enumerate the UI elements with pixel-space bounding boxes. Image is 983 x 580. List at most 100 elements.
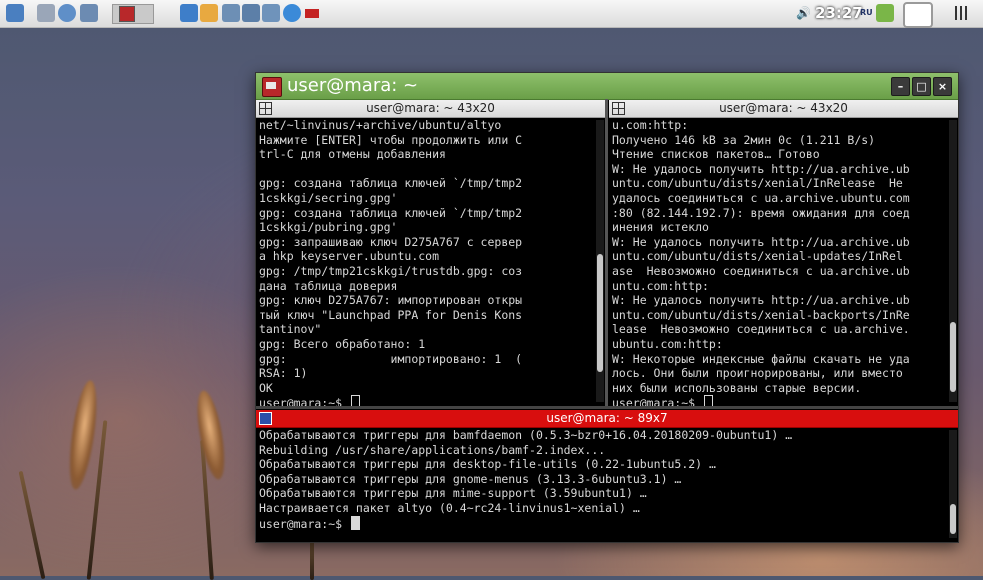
prompt-text: user@mara:~$ xyxy=(612,396,703,406)
terminal-line: RSA: 1) xyxy=(259,366,308,381)
terminal-pane-right[interactable]: user@mara: ~ 43x20 u.com:http: Получено 1… xyxy=(609,100,958,406)
prompt-text: user@mara:~$ xyxy=(259,396,350,406)
scrollbar-thumb[interactable] xyxy=(950,322,956,392)
terminal-line: ase Невозможно соединиться с ua.archive.… xyxy=(612,263,910,278)
scrollbar-thumb[interactable] xyxy=(950,504,956,534)
prompt-text: user@mara:~$ xyxy=(259,516,350,531)
updates-icon[interactable] xyxy=(876,4,894,22)
terminal-output-left[interactable]: net/~linvinus/+archive/ubuntu/altyo Нажми… xyxy=(259,118,593,406)
terminal-line: тый ключ "Launchpad PPA for Denis Kons xyxy=(259,307,523,322)
terminal-line: trl-C для отмены добавления xyxy=(259,147,446,162)
text-cursor xyxy=(351,515,361,530)
terminal-line: Получено 146 kB за 2мин 0с (1.211 B/s) xyxy=(612,132,876,147)
terminal-line: Обрабатываются триггеры для bamfdaemon (… xyxy=(259,428,793,442)
terminal-line: untu.com/ubuntu/dists/xenial/InRelease Н… xyxy=(612,176,903,191)
window-titlebar[interactable]: user@mara: ~ – □ × xyxy=(256,73,958,100)
terminal-line: gpg: импортировано: 1 ( xyxy=(259,351,523,366)
top-panel: 🔊 23:27 RU xyxy=(0,0,983,28)
terminal-window[interactable]: user@mara: ~ – □ × user@mara: ~ 43x20 ne… xyxy=(255,72,959,543)
terminal-line: untu.com/ubuntu/dists/xenial-backports/I… xyxy=(612,307,910,322)
terminal-pane-bottom[interactable]: user@mara: ~ 89x7 Обрабатываются триггер… xyxy=(256,410,958,542)
terminal-line: 1cskkgi/secring.gpg' xyxy=(259,190,398,205)
scrollbar-bottom[interactable] xyxy=(949,430,957,538)
spreadsheet-icon[interactable] xyxy=(262,4,280,22)
terminal-prompt-line[interactable]: user@mara:~$ xyxy=(259,395,593,406)
paint-icon[interactable] xyxy=(200,4,218,22)
split-grid-icon[interactable] xyxy=(259,412,272,425)
terminal-line: untu.com:http: xyxy=(612,278,709,293)
pane-divider-vertical[interactable] xyxy=(605,99,608,406)
taskbar-item-altyo[interactable] xyxy=(112,4,154,24)
split-grid-icon[interactable] xyxy=(612,102,625,115)
flag-icon[interactable] xyxy=(305,9,319,18)
terminal-line: 1cskkgi/pubring.gpg' xyxy=(259,220,398,235)
terminal-line: lease Невозможно соединиться с ua.archiv… xyxy=(612,322,910,337)
reed-head xyxy=(64,379,102,491)
maximize-button[interactable]: □ xyxy=(912,77,931,96)
pane-title-left: user@mara: ~ 43x20 xyxy=(366,101,495,115)
dash-icon[interactable] xyxy=(6,4,24,22)
pane-header-bottom[interactable]: user@mara: ~ 89x7 xyxy=(256,410,958,428)
terminal-line: gpg: /tmp/tmp21cskkgi/trustdb.gpg: соз xyxy=(259,263,523,278)
terminal-line: gpg: запрашиваю ключ D275A767 с сервер xyxy=(259,234,523,249)
volume-icon[interactable]: 🔊 xyxy=(796,6,812,20)
terminal-line: gpg: создана таблица ключей `/tmp/tmp2 xyxy=(259,205,523,220)
terminal-line: W: Не удалось получить http://ua.archive… xyxy=(612,293,910,308)
scrollbar-thumb[interactable] xyxy=(597,254,603,372)
clock[interactable]: 23:27 xyxy=(815,4,863,22)
pane-divider-horizontal[interactable] xyxy=(256,406,958,409)
terminal-line: а hkp keyserver.ubuntu.com xyxy=(259,249,440,264)
terminal-line: W: Некоторые индексные файлы скачать не … xyxy=(612,351,910,366)
reed-head xyxy=(192,388,230,482)
pane-header-left[interactable]: user@mara: ~ 43x20 xyxy=(256,100,605,118)
altyo-icon xyxy=(119,6,135,22)
terminal-app-icon xyxy=(262,77,282,97)
scrollbar-left[interactable] xyxy=(596,120,604,402)
text-icon[interactable] xyxy=(242,4,260,22)
pane-title-bottom: user@mara: ~ 89x7 xyxy=(546,411,668,425)
scrollbar-right[interactable] xyxy=(949,120,957,402)
split-grid-icon[interactable] xyxy=(259,102,272,115)
terminal-output-right[interactable]: u.com:http: Получено 146 kB за 2мин 0с (1… xyxy=(612,118,946,406)
terminal-prompt-line[interactable]: user@mara:~$ xyxy=(259,515,946,532)
terminal-line: W: Не удалось получить http://ua.archive… xyxy=(612,161,910,176)
terminal-line: лось. Они были проигнорированы, или вмес… xyxy=(612,366,903,381)
terminal-line: Настраивается пакет altyo (0.4~rc24-linv… xyxy=(259,500,640,515)
terminal-line: ubuntu.com:http: xyxy=(612,336,723,351)
close-button[interactable]: × xyxy=(933,77,952,96)
terminal-line: gpg: ключ D275A767: импортирован откры xyxy=(259,293,523,308)
terminal-line: OK xyxy=(259,380,273,395)
text-cursor xyxy=(351,395,361,406)
desktop-icon[interactable] xyxy=(80,4,98,22)
terminal-line: них были использованы старые версии. xyxy=(612,380,862,395)
terminal-line: tantinov" xyxy=(259,322,322,337)
dropbox-icon[interactable] xyxy=(903,2,933,28)
terminal-pane-left[interactable]: user@mara: ~ 43x20 net/~linvinus/+archiv… xyxy=(256,100,605,406)
terminal-prompt-line[interactable]: user@mara:~$ xyxy=(612,395,946,406)
terminal-line: W: Не удалось получить http://ua.archive… xyxy=(612,234,910,249)
pane-title-right: user@mara: ~ 43x20 xyxy=(719,101,848,115)
terminal-line: Обрабатываются триггеры для desktop-file… xyxy=(259,457,716,472)
terminal-line: Обрабатываются триггеры для gnome-menus … xyxy=(259,471,682,486)
reed-stem xyxy=(18,470,46,580)
pane-header-right[interactable]: user@mara: ~ 43x20 xyxy=(609,100,958,118)
document-icon[interactable] xyxy=(222,4,240,22)
home-folder-icon[interactable] xyxy=(37,4,55,22)
terminal-line: инения истекло xyxy=(612,220,709,235)
terminal-line: gpg: Всего обработано: 1 xyxy=(259,336,426,351)
minimize-button[interactable]: – xyxy=(891,77,910,96)
image-icon[interactable] xyxy=(180,4,198,22)
network-icon[interactable] xyxy=(955,6,971,20)
keyboard-layout-indicator[interactable]: RU xyxy=(860,8,873,17)
terminal-line: удалось соединиться с ua.archive.ubuntu.… xyxy=(612,190,910,205)
window-title: user@mara: ~ xyxy=(287,75,419,96)
terminal-line: :80 (82.144.192.7): время ожидания для с… xyxy=(612,205,910,220)
terminal-output-bottom[interactable]: Обрабатываются триггеры для bamfdaemon (… xyxy=(259,428,946,531)
terminal-line: Нажмите [ENTER] чтобы продолжить или C xyxy=(259,132,523,147)
chrome-icon[interactable] xyxy=(283,4,301,22)
terminal-line: дана таблица доверия xyxy=(259,278,398,293)
browser-icon[interactable] xyxy=(58,4,76,22)
terminal-line: Чтение списков пакетов… Готово xyxy=(612,147,820,162)
terminal-line: untu.com/ubuntu/dists/xenial-updates/InR… xyxy=(612,249,903,264)
